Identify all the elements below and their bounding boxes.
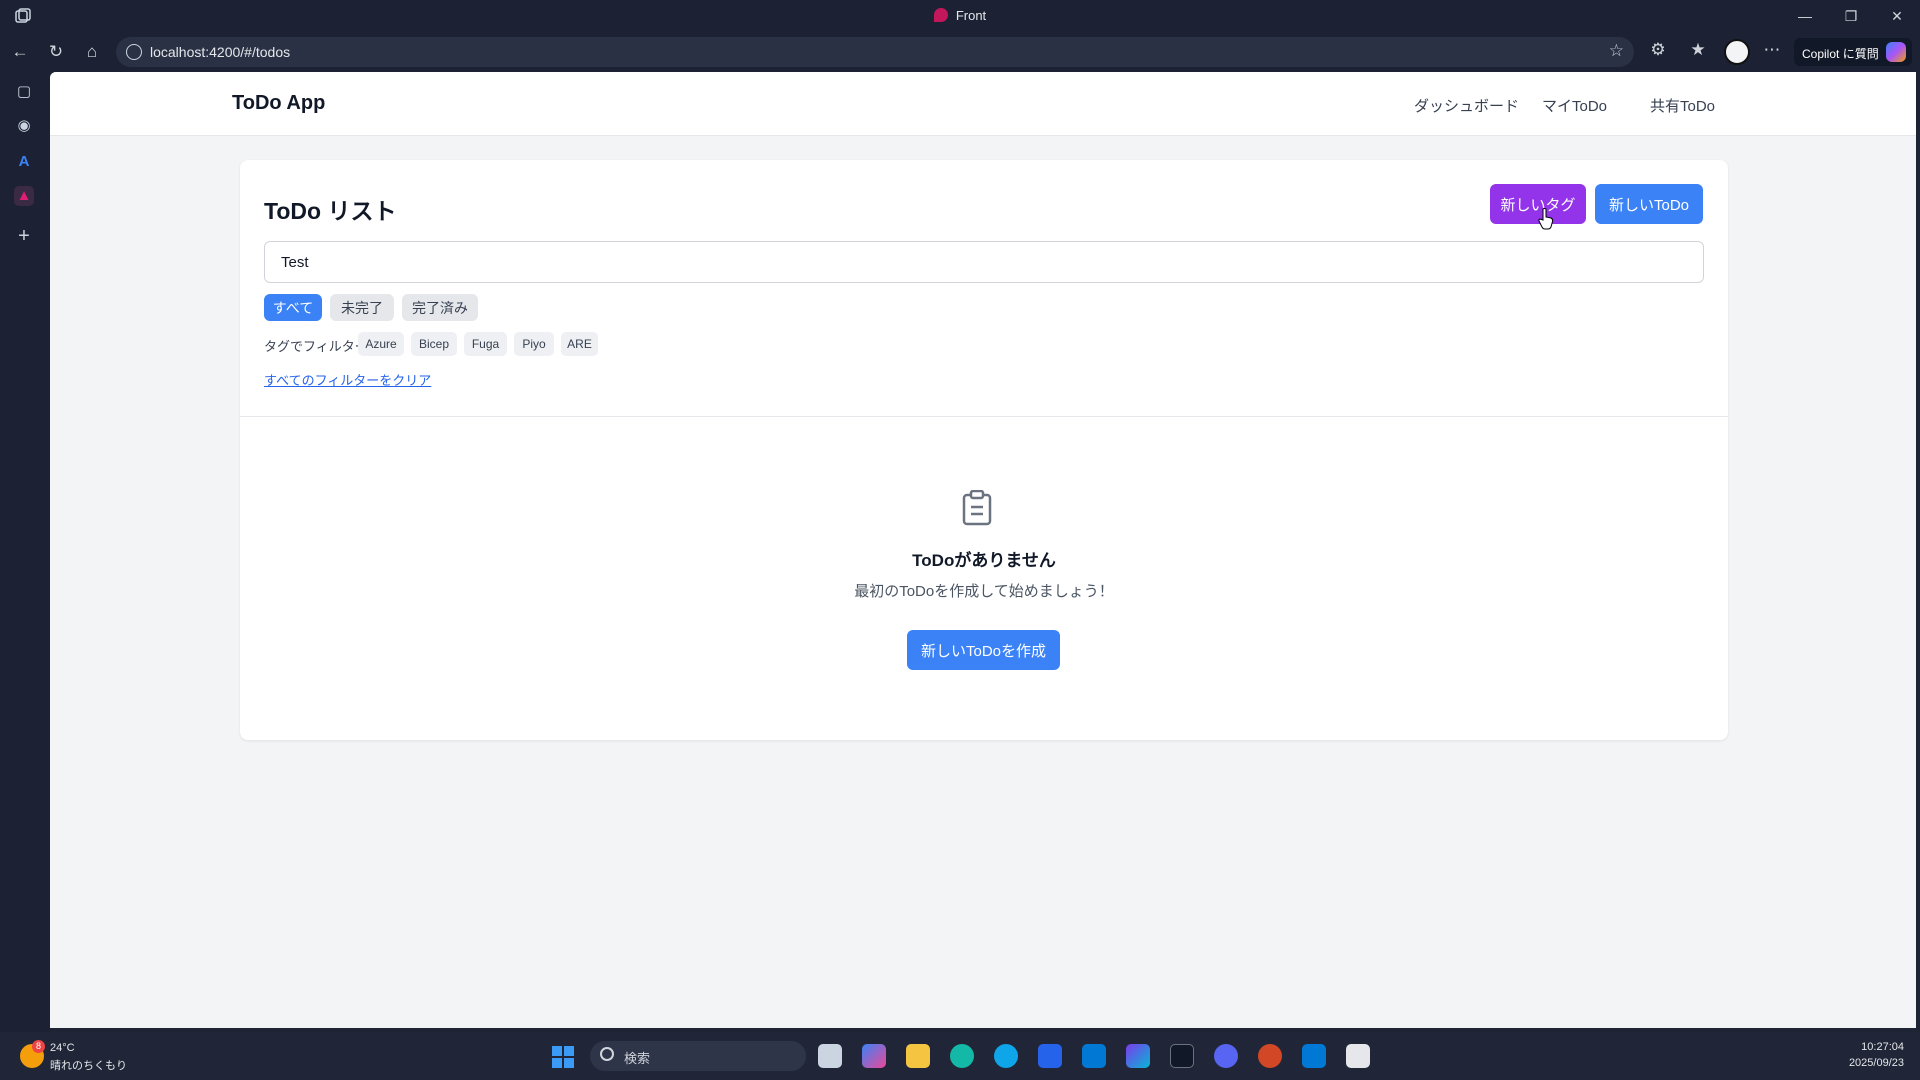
search-icon [600, 1047, 614, 1061]
window-title: Front [0, 8, 1920, 23]
outlook-icon[interactable] [1082, 1044, 1106, 1068]
copilot-app-icon[interactable] [862, 1044, 886, 1068]
favorites-icon[interactable]: ★ [1686, 40, 1710, 60]
copilot-button[interactable]: Copilot に質問 [1794, 38, 1912, 66]
page-viewport: ToDo App ダッシュボード マイToDo 共有ToDo ToDo リスト … [50, 72, 1916, 1028]
vscode-icon[interactable] [1302, 1044, 1326, 1068]
weather-description[interactable]: 晴れのちくもり [50, 1057, 127, 1073]
nav-dashboard[interactable]: ダッシュボード [1414, 95, 1519, 116]
windows-start-icon[interactable] [552, 1046, 574, 1068]
todo-list-card: ToDo リスト 新しいタグ 新しいToDo すべて 未完了 完了済み タグでフ… [240, 160, 1728, 740]
address-bar[interactable]: localhost:4200/#/todos ☆ [116, 37, 1634, 67]
address-url[interactable]: localhost:4200/#/todos [150, 44, 290, 60]
powerpoint-icon[interactable] [1258, 1044, 1282, 1068]
edge-dev-icon[interactable] [950, 1044, 974, 1068]
tag-filter-piyo[interactable]: Piyo [514, 332, 554, 356]
taskbar-search-label: 検索 [624, 1051, 651, 1066]
weather-temperature[interactable]: 24°C [50, 1042, 75, 1054]
close-window-button[interactable]: ✕ [1874, 0, 1920, 32]
terminal-icon[interactable] [1170, 1044, 1194, 1068]
copilot-icon [1886, 42, 1906, 62]
hand-cursor-icon [1538, 208, 1554, 230]
filter-completed[interactable]: 完了済み [402, 294, 478, 321]
filter-incomplete[interactable]: 未完了 [330, 294, 394, 321]
tag-filter-are[interactable]: ARE [561, 332, 598, 356]
site-info-icon[interactable] [126, 44, 142, 60]
home-icon[interactable]: ⌂ [80, 40, 104, 64]
file-explorer-icon[interactable] [906, 1044, 930, 1068]
empty-state-title: ToDoがありません [912, 551, 1056, 570]
weather-badge: 8 [32, 1040, 45, 1053]
azure-icon[interactable]: A [14, 152, 34, 172]
taskbar: 8 24°C 晴れのちくもり 検索 10:27:04 2025/09/23 [0, 1032, 1920, 1080]
empty-state-subtitle: 最初のToDoを作成して始めましょう！ [854, 583, 1114, 600]
create-todo-button[interactable]: 新しいToDoを作成 [907, 630, 1060, 670]
refresh-icon[interactable]: ↻ [44, 40, 68, 64]
clock-date[interactable]: 2025/09/23 [1849, 1057, 1904, 1069]
tag-filter-fuga[interactable]: Fuga [464, 332, 507, 356]
app-brand[interactable]: ToDo App [232, 92, 325, 115]
back-icon[interactable]: ← [8, 40, 32, 64]
browser-sidebar: ▢ ◉ A ▲ + [0, 72, 50, 1032]
github-icon[interactable]: ◉ [14, 116, 34, 136]
tag-filter-label: タグでフィルター: [264, 339, 372, 354]
snipping-tool-icon[interactable] [1346, 1044, 1370, 1068]
copilot-label: Copilot に質問 [1802, 47, 1879, 61]
extensions-icon[interactable]: ⚙ [1646, 40, 1670, 60]
taskbar-search[interactable]: 検索 [590, 1041, 806, 1071]
page-title: ToDo リスト [264, 198, 397, 224]
tab-actions-icon[interactable]: ▢ [14, 82, 34, 102]
nav-my-todo[interactable]: マイToDo [1542, 95, 1607, 116]
window-titlebar: Front — ❐ ✕ [0, 0, 1920, 32]
store-icon[interactable] [1038, 1044, 1062, 1068]
tag-filter-bicep[interactable]: Bicep [411, 332, 457, 356]
nav-shared-todo[interactable]: 共有ToDo [1650, 95, 1715, 116]
clear-filters-link[interactable]: すべてのフィルターをクリア [264, 370, 431, 389]
restore-button[interactable]: ❐ [1828, 0, 1874, 32]
new-todo-button[interactable]: 新しいToDo [1595, 184, 1703, 224]
add-tab-icon[interactable]: + [14, 226, 34, 246]
task-view-icon[interactable] [818, 1044, 842, 1068]
window-title-text: Front [955, 8, 987, 23]
browser-toolbar: ← ↻ ⌂ localhost:4200/#/todos ☆ ⚙ ★ ⋯ Cop… [0, 32, 1920, 72]
profile-avatar[interactable] [1724, 39, 1750, 65]
edge-icon[interactable] [994, 1044, 1018, 1068]
favorite-star-icon[interactable]: ☆ [1609, 41, 1624, 61]
clipboard-list-icon [962, 490, 992, 526]
angular-app-icon[interactable]: ▲ [14, 186, 34, 206]
filter-all[interactable]: すべて [264, 294, 322, 321]
section-divider [240, 416, 1728, 417]
more-options-icon[interactable]: ⋯ [1760, 40, 1784, 60]
app-navbar: ToDo App ダッシュボード マイToDo 共有ToDo [50, 72, 1916, 136]
clock-time[interactable]: 10:27:04 [1861, 1041, 1904, 1053]
app-favicon-icon [933, 8, 948, 22]
minimize-button[interactable]: — [1782, 0, 1828, 32]
search-input[interactable] [264, 241, 1704, 283]
tag-filter-azure[interactable]: Azure [358, 332, 404, 356]
m365-icon[interactable] [1126, 1044, 1150, 1068]
discord-icon[interactable] [1214, 1044, 1238, 1068]
